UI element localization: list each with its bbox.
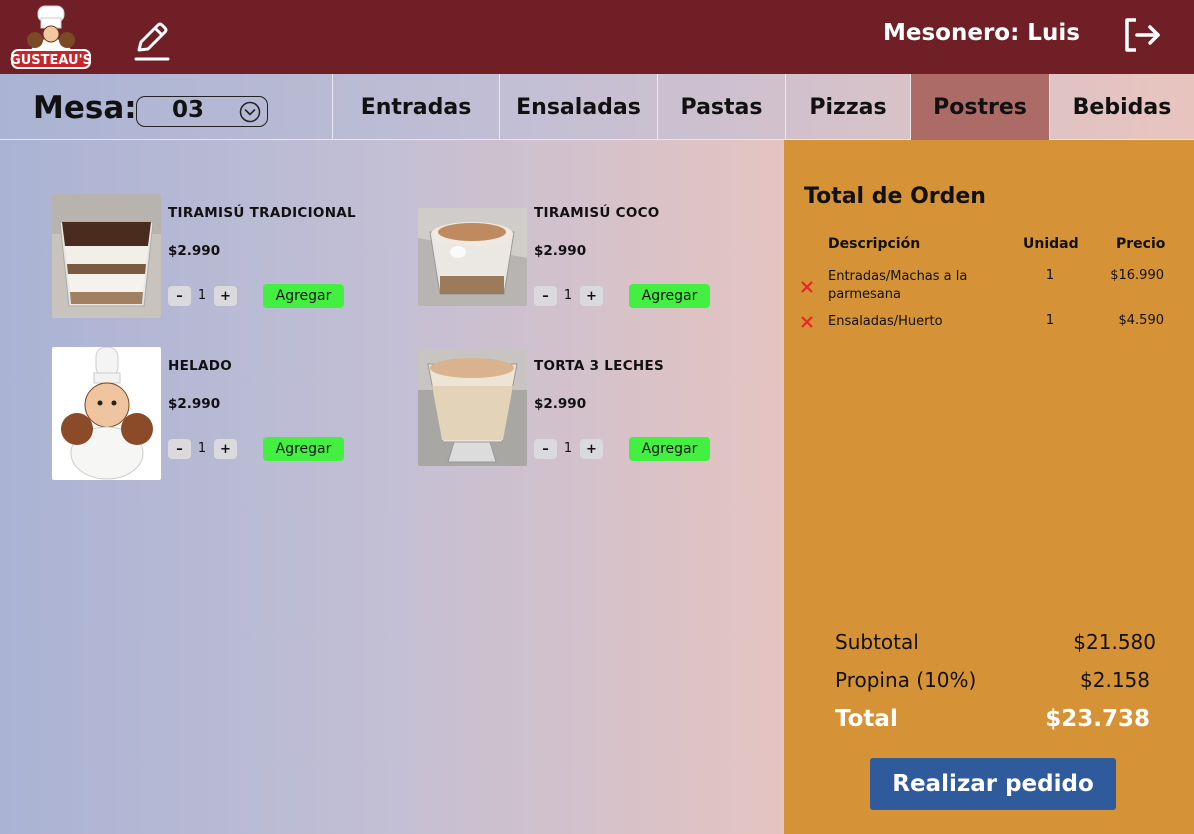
category-bar: Mesa: 03 Entradas Ensaladas Pastas Pizza… <box>0 74 1194 140</box>
order-item-description: Ensaladas/Huerto <box>828 314 943 329</box>
increase-qty-button[interactable]: + <box>214 286 237 306</box>
increase-qty-button[interactable]: + <box>580 439 603 459</box>
product-price: $2.990 <box>534 243 587 259</box>
total-value: $23.738 <box>1045 706 1150 732</box>
product-name: TORTA 3 LECHES <box>534 358 665 374</box>
order-item-description: Entradas/Machas a la parmesana <box>828 269 968 302</box>
helado-image[interactable] <box>52 347 161 480</box>
subtotal-label: Subtotal <box>835 630 919 654</box>
torta-3-leches-image[interactable] <box>418 350 527 466</box>
column-header-unit: Unidad <box>1023 236 1079 252</box>
chevron-down-icon <box>239 101 261 123</box>
tab-pastas[interactable]: Pastas <box>657 74 785 140</box>
increase-qty-button[interactable]: + <box>214 439 237 459</box>
mesa-select[interactable]: 03 <box>136 96 268 127</box>
order-item-unit: 1 <box>1045 268 1055 283</box>
product-price: $2.990 <box>168 243 221 259</box>
tab-bebidas[interactable]: Bebidas <box>1049 74 1194 140</box>
remove-item-icon[interactable] <box>800 315 814 329</box>
product-price: $2.990 <box>534 396 587 412</box>
tip-value: $2.158 <box>1080 668 1150 692</box>
tiramisu-coco-image[interactable] <box>418 208 527 306</box>
app-header: GUSTEAU'S Mesonero: Luis <box>0 0 1194 74</box>
tiramisu-tradicional-image[interactable] <box>52 194 161 318</box>
gusteaus-logo: GUSTEAU'S <box>10 5 92 69</box>
mesa-value: 03 <box>172 97 205 123</box>
tip-label: Propina (10%) <box>835 668 977 692</box>
qty-value: 1 <box>563 441 573 456</box>
order-item-price: $4.590 <box>1118 313 1165 328</box>
mesa-label: Mesa: <box>33 90 137 126</box>
remove-item-icon[interactable] <box>800 280 814 294</box>
decrease-qty-button[interactable]: – <box>168 439 191 459</box>
product-price: $2.990 <box>168 396 221 412</box>
add-button[interactable]: Agregar <box>629 437 710 461</box>
qty-value: 1 <box>563 288 573 303</box>
svg-text:GUSTEAU'S: GUSTEAU'S <box>10 53 92 68</box>
product-name: HELADO <box>168 358 233 374</box>
add-button[interactable]: Agregar <box>629 284 710 308</box>
add-button[interactable]: Agregar <box>263 437 344 461</box>
order-title: Total de Orden <box>804 184 986 209</box>
product-name: TIRAMISÚ TRADICIONAL <box>168 205 356 221</box>
tab-pizzas[interactable]: Pizzas <box>785 74 910 140</box>
place-order-button[interactable]: Realizar pedido <box>870 758 1116 810</box>
waiter-name: Mesonero: Luis <box>883 20 1080 46</box>
decrease-qty-button[interactable]: – <box>534 439 557 459</box>
total-label: Total <box>835 706 898 732</box>
product-name: TIRAMISÚ COCO <box>534 205 660 221</box>
order-panel: Total de Orden Descripción Unidad Precio… <box>784 140 1194 834</box>
increase-qty-button[interactable]: + <box>580 286 603 306</box>
decrease-qty-button[interactable]: – <box>534 286 557 306</box>
add-button[interactable]: Agregar <box>263 284 344 308</box>
product-grid: TIRAMISÚ TRADICIONAL $2.990 – 1 + Agrega… <box>0 140 784 834</box>
tab-ensaladas[interactable]: Ensaladas <box>499 74 657 140</box>
tab-entradas[interactable]: Entradas <box>332 74 499 140</box>
order-item-unit: 1 <box>1045 313 1055 328</box>
column-header-price: Precio <box>1116 236 1166 252</box>
qty-value: 1 <box>197 288 207 303</box>
tab-postres[interactable]: Postres <box>910 74 1049 140</box>
qty-value: 1 <box>197 441 207 456</box>
decrease-qty-button[interactable]: – <box>168 286 191 306</box>
subtotal-value: $21.580 <box>1073 630 1156 654</box>
order-item-price: $16.990 <box>1110 268 1164 283</box>
edit-icon[interactable] <box>131 18 171 62</box>
column-header-description: Descripción <box>828 236 921 252</box>
logout-icon[interactable] <box>1124 17 1162 53</box>
